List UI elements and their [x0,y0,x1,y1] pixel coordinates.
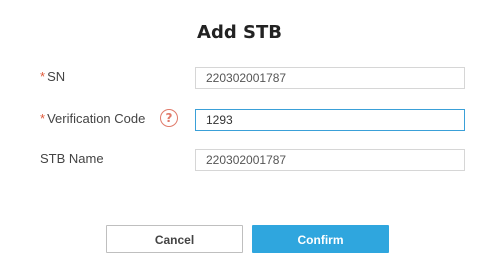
sn-label: SN [47,69,66,84]
verification-code-label-group: * Verification Code [40,111,145,126]
stb-name-label: STB Name [40,151,104,166]
sn-input[interactable] [195,67,465,89]
required-marker: * [40,69,46,84]
sn-row: * SN [40,67,465,89]
add-stb-dialog: Add STB *SN *Verification Code ? STB Nam… [0,0,479,277]
stb-name-input[interactable] [195,149,465,171]
required-marker: * [40,111,46,126]
dialog-title: Add STB [197,22,282,43]
verification-code-input[interactable] [195,109,465,131]
verification-code-label: Verification Code [47,111,146,126]
verification-code-row: * Verification Code ? [40,109,465,131]
sn-label-group: * SN [40,69,65,84]
help-question-icon[interactable]: ? [160,109,178,127]
stb-name-row: STB Name [40,149,465,171]
confirm-button[interactable]: Confirm [252,225,389,253]
cancel-button[interactable]: Cancel [106,225,243,253]
